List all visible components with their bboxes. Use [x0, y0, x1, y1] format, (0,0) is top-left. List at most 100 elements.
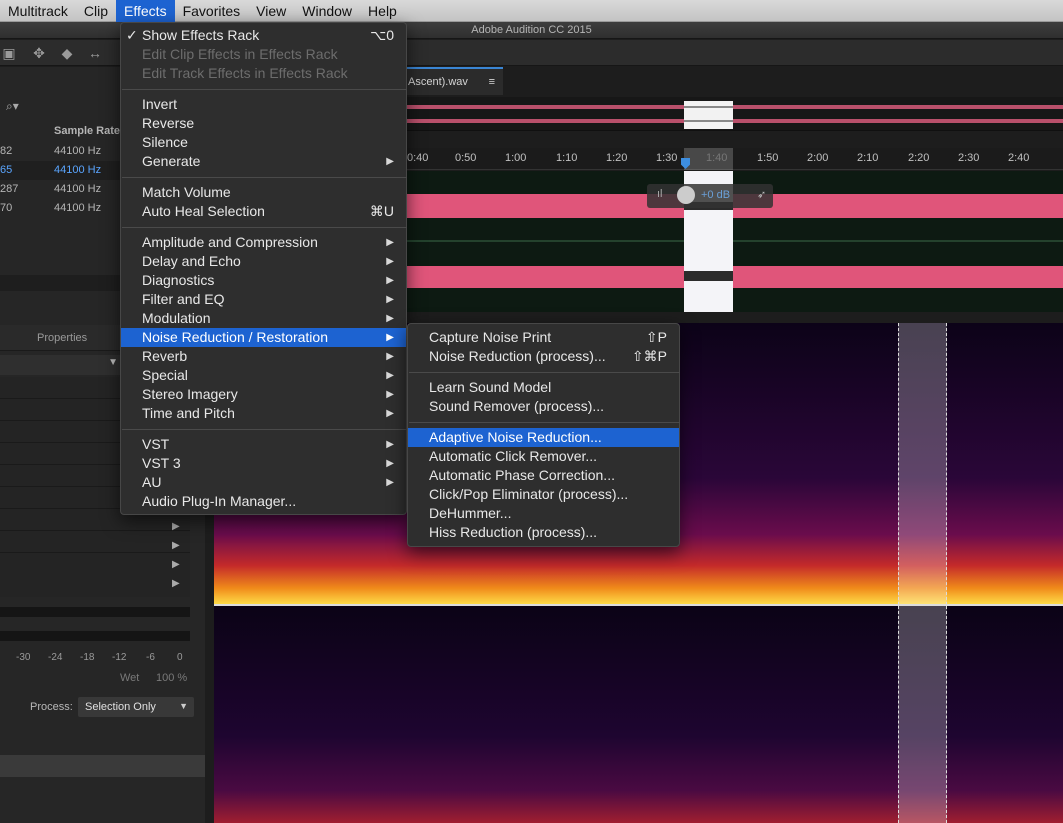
tab-menu-icon[interactable]: ≡ [489, 69, 495, 95]
meter-tick: -18 [80, 652, 95, 663]
menu-item-label: Modulation [142, 310, 211, 326]
menu-item-match-volume[interactable]: Match Volume [121, 183, 406, 202]
menu-separator [122, 227, 407, 228]
menu-item-invert[interactable]: Invert [121, 95, 406, 114]
menu-item-learn-sound-model[interactable]: Learn Sound Model [408, 378, 679, 397]
menu-item-generate[interactable]: Generate ▶ [121, 152, 406, 171]
menu-item-delay-echo[interactable]: Delay and Echo ▶ [121, 252, 406, 271]
menu-item-capture-noise-print[interactable]: Capture Noise Print ⇧P [408, 328, 679, 347]
submenu-arrow-icon: ▶ [386, 351, 394, 362]
waveform-view[interactable]: ıl +0 dB ➶ [405, 171, 1063, 312]
meter-tick: -12 [112, 652, 127, 663]
menu-item-reverb[interactable]: Reverb ▶ [121, 347, 406, 366]
submenu-arrow-icon: ▶ [386, 332, 394, 343]
timeline-ruler[interactable]: 0:40 0:50 1:00 1:10 1:20 1:30 1:40 1:50 … [405, 148, 1063, 170]
process-select[interactable]: Selection Only ▼ [78, 697, 194, 717]
menu-item-label: Silence [142, 134, 188, 150]
menu-item-vst3[interactable]: VST 3 ▶ [121, 454, 406, 473]
file-rate: 44100 Hz [54, 183, 102, 195]
menubar: Multitrack Clip Effects Favorites View W… [0, 0, 1063, 22]
menu-item-label: Match Volume [142, 184, 231, 200]
chevron-down-icon: ▼ [108, 357, 118, 368]
time-selection-icon[interactable]: ↔ [86, 44, 104, 62]
menu-item-sound-remover[interactable]: Sound Remover (process)... [408, 397, 679, 416]
effects-menu: ✓ Show Effects Rack ⌥0 Edit Clip Effects… [120, 22, 407, 515]
menu-item-label: Auto Heal Selection [142, 203, 265, 219]
spectral-selection[interactable] [898, 606, 947, 823]
menu-view[interactable]: View [248, 0, 294, 22]
menu-item-label: Sound Remover (process)... [429, 398, 605, 414]
menu-item-hiss-reduction[interactable]: Hiss Reduction (process)... [408, 523, 679, 542]
menu-item-shortcut: ⌥0 [370, 27, 394, 43]
wet-label: Wet [120, 672, 140, 684]
menu-window[interactable]: Window [294, 0, 360, 22]
menu-item-adaptive-noise-reduction[interactable]: Adaptive Noise Reduction... [408, 428, 679, 447]
menu-item-stereo-imagery[interactable]: Stereo Imagery ▶ [121, 385, 406, 404]
ruler-tick: 2:20 [908, 152, 930, 164]
file-rate: 44100 Hz [54, 164, 102, 176]
menu-item-reverse[interactable]: Reverse [121, 114, 406, 133]
effect-slot[interactable] [0, 531, 190, 553]
menu-item-diagnostics[interactable]: Diagnostics ▶ [121, 271, 406, 290]
menu-item-label: Time and Pitch [142, 405, 235, 421]
menu-item-modulation[interactable]: Modulation ▶ [121, 309, 406, 328]
menu-effects[interactable]: Effects [116, 0, 175, 22]
menu-separator [122, 177, 407, 178]
file-tab[interactable]: Ascent).wav ≡ [405, 67, 503, 95]
menu-item-silence[interactable]: Silence [121, 133, 406, 152]
menu-item-automatic-phase-correction[interactable]: Automatic Phase Correction... [408, 466, 679, 485]
hud-volume[interactable]: ıl +0 dB ➶ [647, 184, 773, 208]
menu-item-dehummer[interactable]: DeHummer... [408, 504, 679, 523]
file-rate: 44100 Hz [54, 145, 102, 157]
file-num: 287 [0, 183, 19, 195]
overview-waveform[interactable] [405, 97, 1063, 131]
sample-rate-header[interactable]: Sample Rate [54, 122, 120, 141]
level-icon: ıl [657, 188, 663, 200]
effect-preset-select[interactable]: ▼ [0, 355, 122, 375]
noise-reduction-submenu: Capture Noise Print ⇧P Noise Reduction (… [407, 323, 680, 547]
menu-item-auto-heal[interactable]: Auto Heal Selection ⌘U [121, 202, 406, 221]
overview-viewport-wave [684, 120, 733, 122]
menu-item-label: Stereo Imagery [142, 386, 238, 402]
menu-item-edit-track-effects: Edit Track Effects in Effects Rack [121, 64, 406, 83]
menu-item-vst[interactable]: VST ▶ [121, 435, 406, 454]
menu-item-special[interactable]: Special ▶ [121, 366, 406, 385]
menu-separator [409, 422, 680, 423]
menu-item-automatic-click-remover[interactable]: Automatic Click Remover... [408, 447, 679, 466]
volume-knob-icon[interactable] [677, 186, 695, 204]
menu-item-noise-reduction-process[interactable]: Noise Reduction (process)... ⇧⌘P [408, 347, 679, 366]
menu-item-label: Delay and Echo [142, 253, 241, 269]
chevron-right-icon[interactable]: ▶ [172, 578, 180, 589]
overview-viewport[interactable] [684, 101, 733, 129]
razor-tool-icon[interactable]: ◆ [58, 44, 76, 62]
menu-multitrack[interactable]: Multitrack [0, 0, 76, 22]
spectral-display-right[interactable] [214, 606, 1063, 823]
view-icon[interactable]: ▣ [0, 44, 18, 62]
menu-item-click-pop-eliminator[interactable]: Click/Pop Eliminator (process)... [408, 485, 679, 504]
spectral-selection[interactable] [898, 323, 947, 605]
menu-item-label: Reverb [142, 348, 188, 364]
menu-item-noise-reduction[interactable]: Noise Reduction / Restoration ▶ [121, 328, 406, 347]
move-tool-icon[interactable]: ✥ [30, 44, 48, 62]
menu-item-filter-eq[interactable]: Filter and EQ ▶ [121, 290, 406, 309]
menu-item-au[interactable]: AU ▶ [121, 473, 406, 492]
file-num: 82 [0, 145, 13, 157]
menu-item-amplitude-compression[interactable]: Amplitude and Compression ▶ [121, 233, 406, 252]
chevron-right-icon[interactable]: ▶ [172, 540, 180, 551]
pin-icon[interactable]: ➶ [757, 188, 766, 201]
menu-item-label: Filter and EQ [142, 291, 225, 307]
chevron-right-icon[interactable]: ▶ [172, 559, 180, 570]
search-icon[interactable]: ⌕▾ [6, 99, 19, 114]
menu-item-plugin-manager[interactable]: Audio Plug-In Manager... [121, 492, 406, 511]
menu-item-time-pitch[interactable]: Time and Pitch ▶ [121, 404, 406, 423]
wet-value[interactable]: 100 % [156, 672, 187, 684]
menu-item-show-effects-rack[interactable]: ✓ Show Effects Rack ⌥0 [121, 26, 406, 45]
menu-clip[interactable]: Clip [76, 0, 116, 22]
checkmark-icon: ✓ [126, 27, 138, 43]
chevron-right-icon[interactable]: ▶ [172, 521, 180, 532]
menu-favorites[interactable]: Favorites [175, 0, 249, 22]
hud-gain[interactable]: +0 dB [701, 189, 730, 201]
menu-help[interactable]: Help [360, 0, 405, 22]
tab-properties[interactable]: Properties [37, 332, 87, 344]
ruler-selection[interactable] [684, 148, 733, 170]
